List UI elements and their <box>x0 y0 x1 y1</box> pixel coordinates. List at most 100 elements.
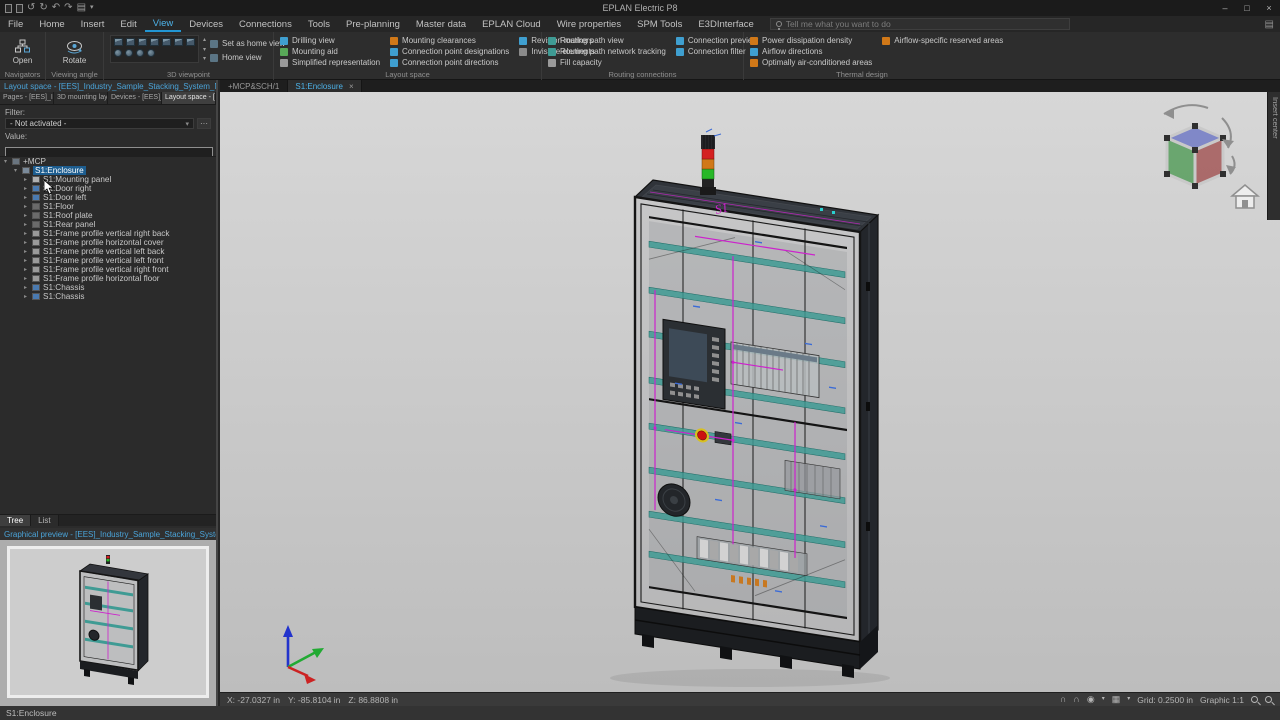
tree-row-frame-profile[interactable]: ▸ S1:Frame profile vertical right front <box>0 265 216 274</box>
gallery-up-icon[interactable]: ▴ <box>203 36 206 43</box>
routing-path-network-tracking-button[interactable]: Routing path network tracking <box>548 46 666 57</box>
expand-icon[interactable]: ▾ <box>12 167 19 174</box>
menu-item-master-data[interactable]: Master data <box>408 16 474 32</box>
tab-devices[interactable]: Devices - [EES]_In... <box>108 92 162 104</box>
grid-display-icon[interactable]: ▦ <box>1112 695 1121 704</box>
expand-icon[interactable]: ▸ <box>22 185 29 192</box>
viewpoint-globe-icon[interactable] <box>125 49 133 57</box>
viewpoint-globe-icon[interactable] <box>114 49 122 57</box>
tab-tree[interactable]: Tree <box>0 515 31 526</box>
expand-icon[interactable]: ▸ <box>22 176 29 183</box>
drilling-view-button[interactable]: Drilling view <box>280 35 380 46</box>
close-button[interactable]: × <box>1258 0 1280 16</box>
graphical-preview-title-bar[interactable]: Graphical preview - [EES]_Industry_Sampl… <box>0 528 216 540</box>
open-button[interactable]: Open <box>6 35 39 69</box>
routing-path-view-button[interactable]: Routing path view <box>548 35 666 46</box>
3d-canvas[interactable]: S1 <box>220 92 1280 692</box>
tell-me-search-input[interactable]: Tell me what you want to do <box>770 18 1070 30</box>
tab-list[interactable]: List <box>31 515 58 526</box>
expand-icon[interactable]: ▸ <box>22 257 29 264</box>
tree-row-frame-profile[interactable]: ▸ S1:Frame profile vertical left back <box>0 247 216 256</box>
tree-row-floor[interactable]: ▸ S1:Floor <box>0 202 216 211</box>
menu-item-view[interactable]: View <box>145 16 181 32</box>
tree-row-frame-profile[interactable]: ▸ S1:Frame profile horizontal cover <box>0 238 216 247</box>
tree-row-mounting-panel[interactable]: ▸ S1:Mounting panel <box>0 175 216 184</box>
graphic-scale-value[interactable]: Graphic 1:1 <box>1200 695 1244 705</box>
viewpoint-cube-icon[interactable] <box>126 38 135 46</box>
enclosure-3d-model[interactable]: S1 <box>635 129 878 678</box>
tree-row-enclosure[interactable]: ▾ S1:Enclosure <box>0 166 216 175</box>
chevron-down-icon[interactable]: ▾ <box>1102 695 1105 704</box>
viewpoint-globe-icon[interactable] <box>136 49 144 57</box>
rotate-button[interactable]: Rotate <box>52 35 97 69</box>
gallery-down-icon[interactable]: ▾ <box>203 46 206 53</box>
object-snap-icon[interactable]: ∩ <box>1073 695 1079 704</box>
expand-icon[interactable]: ▸ <box>22 293 29 300</box>
tab-layout-space[interactable]: Layout space - [E... <box>162 92 216 104</box>
layout-space-path[interactable]: +MCP&SCH/1 <box>220 82 287 91</box>
zoom-out-icon[interactable] <box>1265 696 1272 703</box>
expand-icon[interactable]: ▸ <box>22 194 29 201</box>
tree-row-rear-panel[interactable]: ▸ S1:Rear panel <box>0 220 216 229</box>
tree-row-door-left[interactable]: ▸ S1:Door left <box>0 193 216 202</box>
viewpoint-cube-icon[interactable] <box>150 38 159 46</box>
menu-item-tools[interactable]: Tools <box>300 16 338 32</box>
connection-point-designations-button[interactable]: Connection point designations <box>390 46 509 57</box>
filter-more-button[interactable]: ··· <box>197 118 211 129</box>
expand-icon[interactable]: ▸ <box>22 275 29 282</box>
menu-item-wire-properties[interactable]: Wire properties <box>549 16 629 32</box>
expand-icon[interactable]: ▾ <box>2 158 9 165</box>
tree-row-chassis[interactable]: ▸ S1:Chassis <box>0 292 216 301</box>
expand-icon[interactable]: ▸ <box>22 248 29 255</box>
viewpoint-cube-icon[interactable] <box>162 38 171 46</box>
tree-row-root[interactable]: ▾ +MCP <box>0 157 216 166</box>
tab-s1-enclosure[interactable]: S1:Enclosure × <box>287 80 361 92</box>
tree-row-frame-profile[interactable]: ▸ S1:Frame profile vertical right back <box>0 229 216 238</box>
snap-to-grid-icon[interactable]: ∩ <box>1060 695 1066 704</box>
menu-item-insert[interactable]: Insert <box>73 16 113 32</box>
tree-row-door-right[interactable]: ▸ S1:Door right <box>0 184 216 193</box>
viewpoint-cube-icon[interactable] <box>138 38 147 46</box>
menu-item-home[interactable]: Home <box>31 16 72 32</box>
mounting-clearances-button[interactable]: Mounting clearances <box>390 35 509 46</box>
expand-icon[interactable]: ▸ <box>22 221 29 228</box>
simplified-representation-button[interactable]: Simplified representation <box>280 57 380 68</box>
tree-row-chassis[interactable]: ▸ S1:Chassis <box>0 283 216 292</box>
tab-pages[interactable]: Pages - [EES]_Ind... <box>0 92 54 104</box>
panel-title-bar[interactable]: Layout space - [EES]_Industry_Sample_Sta… <box>0 80 216 92</box>
chevron-down-icon[interactable]: ▾ <box>1127 695 1130 704</box>
menu-item-spm-tools[interactable]: SPM Tools <box>629 16 690 32</box>
fill-capacity-button[interactable]: Fill capacity <box>548 57 666 68</box>
tree-row-frame-profile[interactable]: ▸ S1:Frame profile vertical left front <box>0 256 216 265</box>
connection-point-directions-button[interactable]: Connection point directions <box>390 57 509 68</box>
expand-icon[interactable]: ▸ <box>22 239 29 246</box>
minimize-button[interactable]: – <box>1214 0 1236 16</box>
mounting-aid-button[interactable]: Mounting aid <box>280 46 380 57</box>
layers-icon[interactable]: ◉ <box>1087 695 1095 704</box>
viewpoint-cube-icon[interactable] <box>174 38 183 46</box>
zoom-in-icon[interactable] <box>1251 696 1258 703</box>
expand-icon[interactable]: ▸ <box>22 266 29 273</box>
expand-icon[interactable]: ▸ <box>22 284 29 291</box>
airflow-directions-button[interactable]: Airflow directions <box>750 46 872 57</box>
menu-item-e3dinterface[interactable]: E3DInterface <box>690 16 761 32</box>
viewpoint-cube-icon[interactable] <box>186 38 195 46</box>
gallery-more-icon[interactable]: ▾ <box>203 55 206 62</box>
grid-size-value[interactable]: Grid: 0.2500 in <box>1137 695 1193 705</box>
tree-row-roof-plate[interactable]: ▸ S1:Roof plate <box>0 211 216 220</box>
optimally-air-conditioned-areas-button[interactable]: Optimally air-conditioned areas <box>750 57 872 68</box>
viewpoint-globe-icon[interactable] <box>147 49 155 57</box>
ribbon-options-icon[interactable]: ▤ <box>1265 19 1280 30</box>
menu-item-pre-planning[interactable]: Pre-planning <box>338 16 408 32</box>
tree-row-frame-profile[interactable]: ▸ S1:Frame profile horizontal floor <box>0 274 216 283</box>
airflow-specific-reserved-areas-button[interactable]: Airflow-specific reserved areas <box>882 35 1003 46</box>
tab-close-icon[interactable]: × <box>349 82 354 91</box>
expand-icon[interactable]: ▸ <box>22 203 29 210</box>
menu-item-devices[interactable]: Devices <box>181 16 231 32</box>
expand-icon[interactable]: ▸ <box>22 230 29 237</box>
menu-item-edit[interactable]: Edit <box>112 16 144 32</box>
menu-item-eplan-cloud[interactable]: EPLAN Cloud <box>474 16 549 32</box>
expand-icon[interactable]: ▸ <box>22 212 29 219</box>
viewpoint-cube-icon[interactable] <box>114 38 123 46</box>
filter-select[interactable]: - Not activated - ▾ <box>5 118 194 129</box>
